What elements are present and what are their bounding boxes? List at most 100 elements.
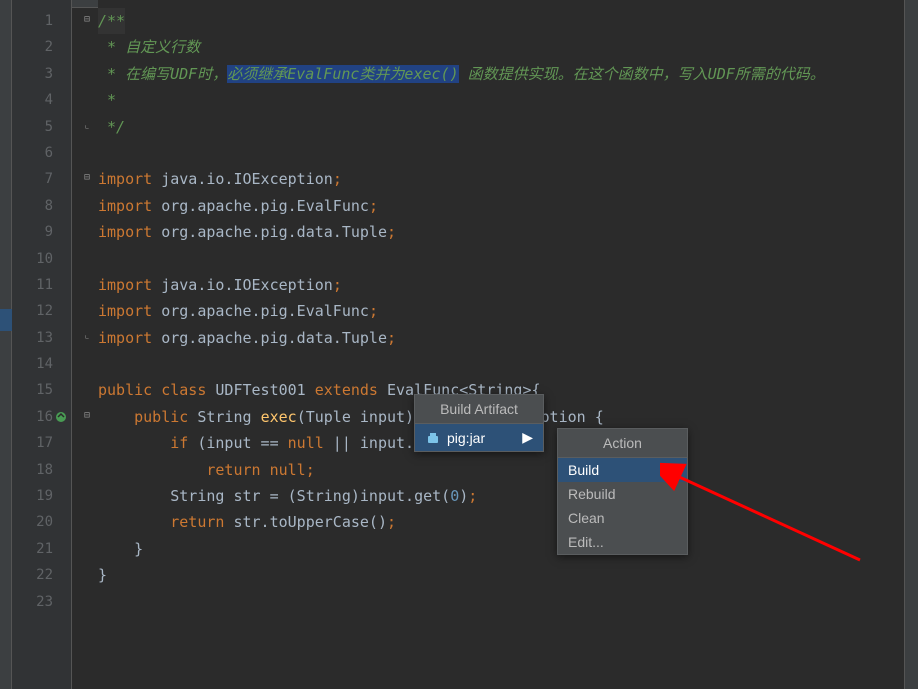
line-number: 1 (12, 8, 71, 34)
line-number: 11 (12, 272, 71, 298)
code-text: } (98, 566, 107, 584)
highlighted-comment: 必须继承EvalFunc类并为exec() (227, 65, 458, 83)
code-text: java.io.IOException (152, 170, 333, 188)
keyword: public (134, 408, 188, 426)
code-text (98, 540, 134, 558)
line-number: 13 (12, 325, 71, 351)
code-text: ; (369, 302, 378, 320)
comment-text: 函数提供实现。在这个函数中，写入UDF所需的代码。 (459, 65, 825, 83)
action-clean[interactable]: Clean (558, 506, 687, 530)
artifact-item-pig-jar[interactable]: pig:jar ▶ (415, 424, 543, 451)
line-number-gutter: 1 2 3 4 5 6 7 8 9 10 11 12 13 14 15 16 1… (12, 0, 72, 689)
code-text: ) (459, 487, 468, 505)
action-rebuild[interactable]: Rebuild (558, 482, 687, 506)
keyword: import (98, 276, 152, 294)
comment-text: * (98, 91, 116, 109)
code-editor[interactable]: /** * 自定义行数 * 在编写UDF时，必须继承EvalFunc类并为exe… (98, 0, 904, 689)
popup-title: Action (558, 429, 687, 458)
code-text: ; (387, 223, 396, 241)
fold-end-icon[interactable]: ⌞ (84, 330, 96, 342)
line-number: 2 (12, 34, 71, 60)
code-text: ; (333, 276, 342, 294)
code-text (98, 487, 170, 505)
code-text: org.apache.pig.data.Tuple (152, 223, 387, 241)
fold-start-icon[interactable]: ⊟ (84, 410, 96, 422)
keyword: return (170, 513, 224, 531)
submenu-arrow-icon: ▶ (522, 429, 533, 446)
artifact-label: pig:jar (447, 430, 485, 446)
code-text (98, 408, 134, 426)
keyword: null (270, 461, 306, 479)
line-number: 9 (12, 219, 71, 245)
code-text (188, 408, 197, 426)
keyword: extends (315, 381, 378, 399)
artifact-action-popup: Action Build Rebuild Clean Edit... (557, 428, 688, 555)
code-text: ; (333, 170, 342, 188)
code-text (98, 434, 170, 452)
code-text: (input == (188, 434, 287, 452)
line-number: 5 (12, 114, 71, 140)
code-text: ; (387, 329, 396, 347)
comment-text: */ (98, 118, 125, 136)
keyword: public (98, 381, 161, 399)
code-text (98, 461, 206, 479)
line-number: 7 (12, 166, 71, 192)
number: 0 (450, 487, 459, 505)
line-number: 17 (12, 430, 71, 456)
code-text: String (197, 408, 260, 426)
line-number: 15 (12, 377, 71, 403)
code-text: String str = (String)input.get( (170, 487, 450, 505)
method-name: exec (261, 408, 297, 426)
code-text (98, 513, 170, 531)
keyword: import (98, 329, 152, 347)
fold-start-icon[interactable]: ⊟ (84, 14, 96, 26)
code-text: org.apache.pig.EvalFunc (152, 302, 369, 320)
keyword: class (161, 381, 206, 399)
build-artifact-popup: Build Artifact pig:jar ▶ (414, 394, 544, 452)
code-text: } (134, 540, 143, 558)
code-text: str.toUpperCase() (224, 513, 387, 531)
fold-end-icon[interactable]: ⌞ (84, 120, 96, 132)
comment-text: /** (98, 8, 125, 34)
popup-title: Build Artifact (415, 395, 543, 424)
keyword: if (170, 434, 188, 452)
line-number: 10 (12, 246, 71, 272)
comment-text: * (98, 38, 116, 56)
line-number: 6 (12, 140, 71, 166)
code-text: org.apache.pig.data.Tuple (152, 329, 387, 347)
line-number: 20 (12, 509, 71, 535)
line-number: 18 (12, 457, 71, 483)
keyword: import (98, 170, 152, 188)
keyword: null (288, 434, 324, 452)
project-panel-collapsed[interactable] (0, 0, 12, 689)
code-text: ; (468, 487, 477, 505)
line-number: 12 (12, 298, 71, 324)
line-number: 14 (12, 351, 71, 377)
comment-text: 自定义行数 (116, 38, 200, 56)
fold-gutter: ⊟ ⌞ ⊟ ⌞ ⊟ (84, 0, 98, 689)
package-icon (425, 430, 441, 446)
comment-text: * (98, 65, 116, 83)
code-text: org.apache.pig.EvalFunc (152, 197, 369, 215)
line-number: 8 (12, 193, 71, 219)
code-text: ; (387, 513, 396, 531)
code-text: ; (369, 197, 378, 215)
action-edit[interactable]: Edit... (558, 530, 687, 554)
code-text: (Tuple input) (297, 408, 414, 426)
keyword: import (98, 223, 152, 241)
line-number: 23 (12, 589, 71, 615)
line-number: 3 (12, 61, 71, 87)
class-name: UDFTest001 (206, 381, 314, 399)
fold-start-icon[interactable]: ⊟ (84, 172, 96, 184)
keyword: import (98, 197, 152, 215)
line-number: 19 (12, 483, 71, 509)
line-number: 4 (12, 87, 71, 113)
line-number: 22 (12, 562, 71, 588)
code-text: ; (306, 461, 315, 479)
error-stripe[interactable] (904, 0, 918, 689)
keyword: return (206, 461, 269, 479)
comment-text: 在编写UDF时， (116, 65, 227, 83)
action-build[interactable]: Build (558, 458, 687, 482)
keyword: import (98, 302, 152, 320)
override-marker-icon[interactable] (54, 410, 70, 426)
